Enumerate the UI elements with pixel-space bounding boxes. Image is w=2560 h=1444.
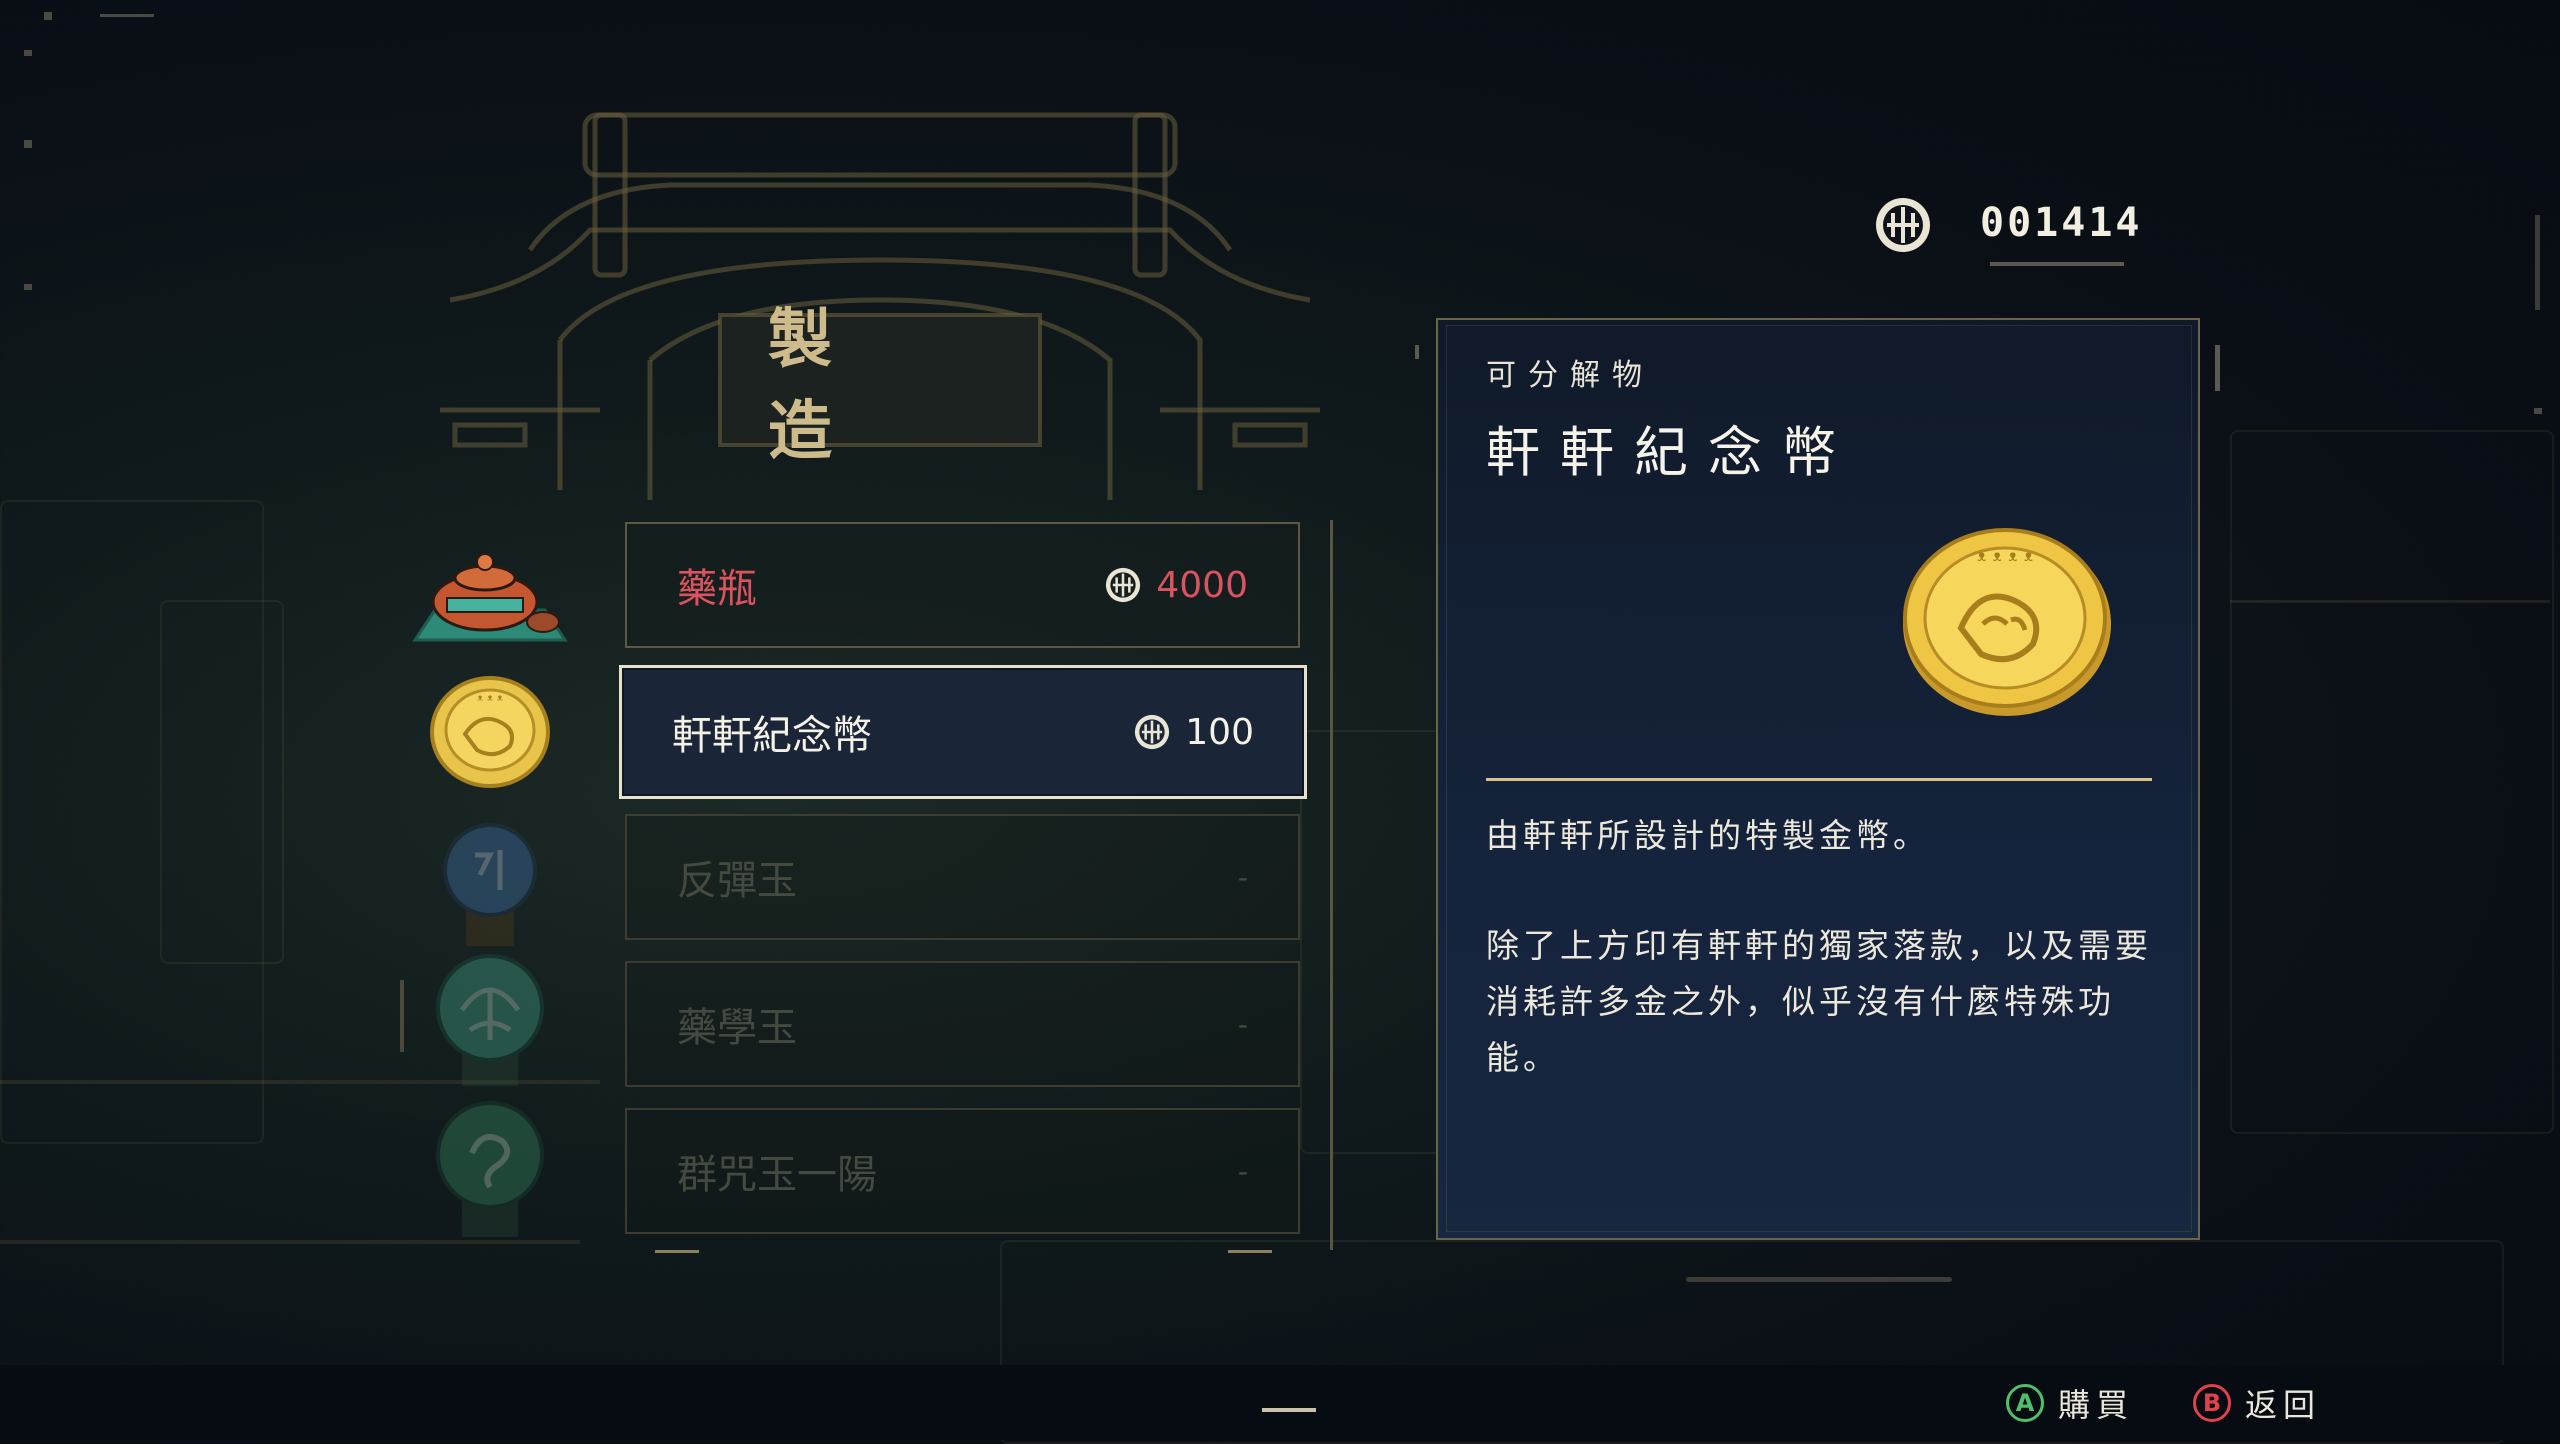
shop-item-rebound-jade[interactable]: 反彈玉 - bbox=[625, 814, 1300, 940]
a-button-icon: A bbox=[2006, 1384, 2044, 1422]
list-end-mark bbox=[655, 1250, 699, 1253]
gold-coin-icon: ᵜ ᵜ ᵜ ᵜ bbox=[1903, 528, 2111, 716]
medicine-pot-icon bbox=[405, 540, 575, 650]
price-value: 4000 bbox=[1156, 564, 1248, 606]
price-value: - bbox=[1237, 1154, 1248, 1188]
detail-description: 由軒軒所設計的特製金幣。 除了上方印有軒軒的獨家落款，以及需要消耗許多金之外，似… bbox=[1486, 808, 2166, 1140]
item-name: 反彈玉 bbox=[677, 858, 797, 904]
svg-text:ᵜ ᵜ ᵜ: ᵜ ᵜ ᵜ bbox=[477, 692, 503, 708]
detail-title: 軒軒紀念幣 bbox=[1486, 421, 1856, 484]
b-button-icon: B bbox=[2193, 1384, 2231, 1422]
jade-rebound-icon bbox=[440, 815, 540, 950]
back-label: 返回 bbox=[2245, 1386, 2322, 1424]
svg-text:ᵜ ᵜ ᵜ ᵜ: ᵜ ᵜ ᵜ ᵜ bbox=[1977, 547, 2033, 572]
description-line-2: 除了上方印有軒軒的獨家落款，以及需要消耗許多金之外，似乎沒有什麼特殊功能。 bbox=[1486, 926, 2152, 1077]
list-divider bbox=[1330, 520, 1333, 1250]
shop-item-medicine-jade[interactable]: 藥學玉 - bbox=[625, 961, 1300, 1087]
shop-item-yang-jade[interactable]: 群咒玉一陽 - bbox=[625, 1108, 1300, 1234]
shop-item-medicine-pot[interactable]: 藥瓶 4000 bbox=[625, 522, 1300, 648]
gold-coin-icon: ᵜ ᵜ ᵜ bbox=[425, 672, 555, 792]
back-prompt[interactable]: B 返回 bbox=[2193, 1380, 2321, 1426]
bottom-center-mark bbox=[1262, 1408, 1316, 1412]
price-value: - bbox=[1237, 860, 1248, 894]
item-name: 藥瓶 bbox=[677, 566, 757, 612]
confirm-prompt[interactable]: A 購買 bbox=[2006, 1380, 2134, 1426]
scroll-indicator[interactable] bbox=[400, 980, 404, 1052]
currency-icon bbox=[1135, 714, 1170, 750]
list-end-mark bbox=[1228, 1250, 1272, 1253]
item-name: 軒軒紀念幣 bbox=[672, 713, 872, 759]
page-title: 製 造 bbox=[768, 302, 880, 469]
description-line-1: 由軒軒所設計的特製金幣。 bbox=[1486, 816, 1930, 855]
yin-yang-coin-icon bbox=[1876, 198, 1930, 252]
item-name: 群咒玉一陽 bbox=[677, 1152, 877, 1198]
panel-decoration bbox=[1415, 345, 1419, 359]
jade-medicine-icon bbox=[432, 950, 548, 1090]
jade-yang-icon bbox=[432, 1095, 548, 1240]
price-value: - bbox=[1237, 1007, 1248, 1041]
item-price: 4000 bbox=[1104, 565, 1248, 606]
item-name: 藥學玉 bbox=[677, 1005, 797, 1051]
confirm-label: 購買 bbox=[2058, 1386, 2135, 1424]
shop-item-commemorative-coin[interactable]: 軒軒紀念幣 100 bbox=[619, 665, 1307, 799]
currency-icon bbox=[1106, 567, 1141, 603]
detail-category: 可分解物 bbox=[1486, 358, 1654, 393]
panel-decoration bbox=[2215, 345, 2220, 391]
price-value: 100 bbox=[1185, 711, 1254, 753]
currency-amount: 001414 bbox=[1980, 200, 2143, 246]
currency-underline bbox=[1990, 262, 2124, 266]
item-price: 100 bbox=[1133, 712, 1254, 753]
panel-bottom-bar bbox=[1686, 1277, 1952, 1282]
detail-divider bbox=[1486, 778, 2152, 781]
